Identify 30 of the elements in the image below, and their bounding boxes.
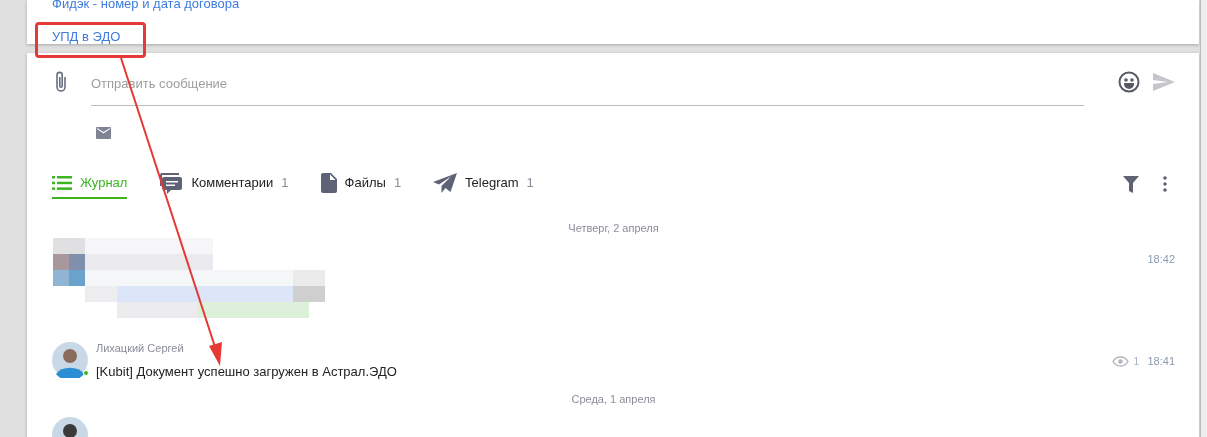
tab[interactable]: Комментарии 1: [159, 169, 289, 199]
message-time: 18:41: [1147, 354, 1175, 369]
document-link[interactable]: УПД в ЭДО: [52, 30, 121, 44]
tab-label: Комментарии: [191, 174, 274, 193]
tab-label: Журнал: [80, 174, 128, 193]
message-text: [Kubit] Документ успешно загружен в Астрал.ЭДО: [96, 363, 397, 381]
tab-count: 1: [393, 174, 402, 193]
more-icon[interactable]: [1163, 176, 1167, 192]
filter-icon[interactable]: [1123, 175, 1139, 193]
author-name: Лихацкий Сергей: [96, 341, 185, 355]
tab-label: Файлы: [344, 174, 386, 193]
message-time: 18:42: [1147, 252, 1175, 267]
tab-count: 1: [281, 174, 289, 193]
avatar: [52, 342, 88, 378]
tab[interactable]: Telegram 1: [433, 169, 534, 199]
paperclip-icon[interactable]: [54, 70, 68, 94]
file-icon: [320, 173, 337, 193]
scrollbar[interactable]: [1200, 0, 1207, 437]
eye-icon: [1112, 355, 1130, 367]
tab[interactable]: Файлы 1: [320, 169, 402, 199]
list-icon: [52, 175, 72, 191]
paper-plane-icon: [433, 173, 458, 193]
view-count: 1: [1133, 354, 1140, 369]
tab-count: 1: [526, 174, 534, 193]
envelope-icon[interactable]: [96, 127, 111, 139]
tab-label: Telegram: [465, 174, 519, 193]
date-separator: Четверг, 2 апреля: [568, 220, 659, 236]
date-separator: Среда, 1 апреля: [571, 391, 656, 407]
smiley-icon[interactable]: [1118, 71, 1140, 93]
comment-icon: [159, 171, 184, 195]
